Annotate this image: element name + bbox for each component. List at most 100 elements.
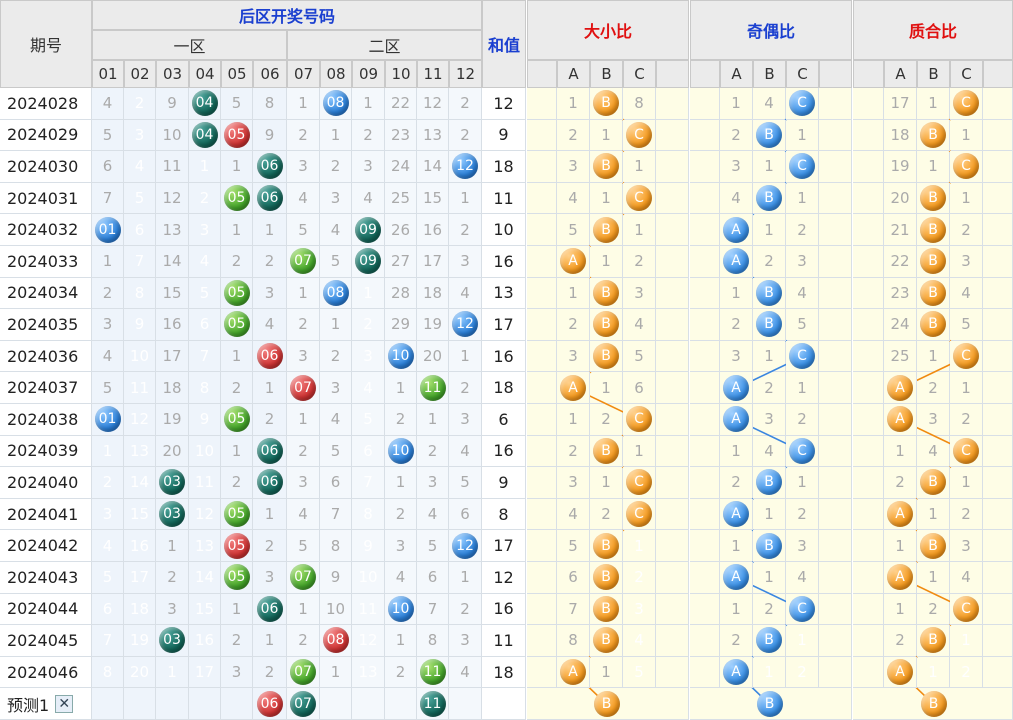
number-cell: 08: [320, 277, 352, 310]
prediction-cell: 06: [253, 688, 287, 720]
miss-count: 4: [460, 441, 470, 460]
ratio-ball-a: A: [723, 659, 749, 686]
ball-05: 05: [223, 185, 250, 212]
number-cell: 9: [156, 88, 189, 120]
ratio-pad: [690, 182, 720, 215]
miss-count: 1: [231, 441, 242, 460]
miss-count: 18: [129, 599, 150, 618]
number-cell: 3: [352, 151, 385, 183]
ratio-miss: 3: [731, 157, 741, 176]
miss-count: 4: [102, 536, 113, 555]
number-cell: 5: [221, 88, 253, 120]
ratio-pad: [656, 562, 689, 594]
miss-count: 1: [231, 599, 242, 618]
ratio-ball-c: C: [789, 437, 815, 464]
miss-count: 8: [199, 378, 210, 397]
ratio-cell-jo: 1: [786, 467, 819, 499]
ratio-pad: [527, 530, 557, 562]
number-cell: 05: [221, 309, 253, 341]
ratio-cell-zh: 2: [917, 372, 950, 404]
number-cell: 01: [92, 214, 124, 246]
ratio-cell-dx: 4: [623, 309, 656, 341]
ratio-miss: 4: [928, 441, 938, 460]
number-cell: 1: [92, 435, 124, 468]
number-cell: 4: [189, 246, 221, 278]
ratio-pad: [983, 88, 1013, 120]
ratio-miss: 4: [568, 189, 578, 208]
ratio-pad: [983, 435, 1013, 468]
miss-count: 2: [264, 252, 275, 271]
miss-count: 1: [298, 94, 308, 113]
number-cell: 2: [449, 372, 482, 404]
ratio-cell-dx: C: [623, 498, 656, 531]
miss-count: 14: [194, 568, 215, 587]
ratio-cell-jo: 2: [786, 404, 819, 436]
ball-11: 11: [419, 659, 446, 686]
ratio-miss: 2: [797, 663, 807, 682]
miss-count: 3: [298, 157, 308, 176]
close-icon[interactable]: ✕: [55, 694, 74, 713]
ratio-pad: [819, 214, 852, 246]
ratio-pad: [527, 593, 557, 626]
ratio-cell-jo: 4: [786, 277, 819, 310]
ratio-cell-zh: 22: [884, 246, 917, 278]
ratio-cell-zh: 20: [884, 182, 917, 215]
ratio-cell-zh: 4: [950, 562, 983, 594]
ratio-cell-dx: 1: [590, 182, 623, 215]
miss-count: 1: [231, 220, 242, 239]
ratio-miss: 1: [895, 599, 905, 618]
ratio-miss: 2: [634, 568, 644, 587]
ratio-miss: 3: [568, 473, 578, 492]
ratio-pad: [819, 340, 852, 373]
ratio-miss: 1: [568, 94, 578, 113]
ball-05: 05: [223, 311, 250, 338]
sum-cell: 18: [482, 372, 526, 404]
sum-cell: 12: [482, 562, 526, 594]
number-cell: 13: [189, 530, 221, 562]
ratio-pad: [983, 625, 1013, 657]
miss-count: 10: [162, 125, 182, 144]
miss-count: 1: [298, 410, 308, 429]
number-cell: 3: [449, 625, 482, 657]
prediction-cell: [385, 688, 417, 720]
number-cell: 2: [287, 435, 320, 468]
ratio-miss: 1: [961, 125, 971, 144]
number-cell: 3: [253, 562, 287, 594]
ratio-cell-jo: 1: [786, 625, 819, 657]
ratio-pad: [527, 625, 557, 657]
number-cell: 7: [320, 498, 352, 531]
ratio-ball-c: C: [953, 90, 979, 117]
miss-count: 19: [129, 631, 150, 650]
number-cell: 16: [156, 309, 189, 341]
header-col-09: 09: [352, 60, 385, 88]
ratio-pad: [656, 530, 689, 562]
sum-cell: 16: [482, 435, 526, 468]
ratio-pad: [853, 182, 884, 215]
ratio-pad: [527, 246, 557, 278]
ratio-miss: 2: [634, 252, 644, 271]
number-cell: 05: [221, 530, 253, 562]
number-cell: 6: [417, 562, 449, 594]
ratio-miss: 8: [568, 631, 578, 650]
number-cell: 5: [92, 119, 124, 152]
ratio-miss: 1: [764, 568, 774, 587]
ratio-pad: [656, 277, 689, 310]
number-cell: 2: [417, 435, 449, 468]
number-cell: 1: [92, 246, 124, 278]
miss-count: 7: [199, 347, 210, 366]
number-cell: 2: [385, 404, 417, 436]
ratio-ball-a: A: [887, 406, 913, 433]
ratio-pad: [983, 277, 1013, 310]
sum-cell: 9: [482, 119, 526, 152]
number-cell: 23: [385, 119, 417, 152]
ratio-cell-dx: 2: [590, 404, 623, 436]
ratio-cell-zh: C: [950, 593, 983, 626]
number-cell: 10: [352, 562, 385, 594]
number-cell: 3: [449, 404, 482, 436]
number-cell: 3: [189, 214, 221, 246]
ratio-cell-dx: 1: [623, 435, 656, 468]
miss-count: 5: [363, 410, 373, 429]
miss-count: 15: [162, 283, 182, 302]
ratio-cell-jo: 1: [753, 656, 786, 689]
header-dx-a: A: [557, 60, 590, 88]
